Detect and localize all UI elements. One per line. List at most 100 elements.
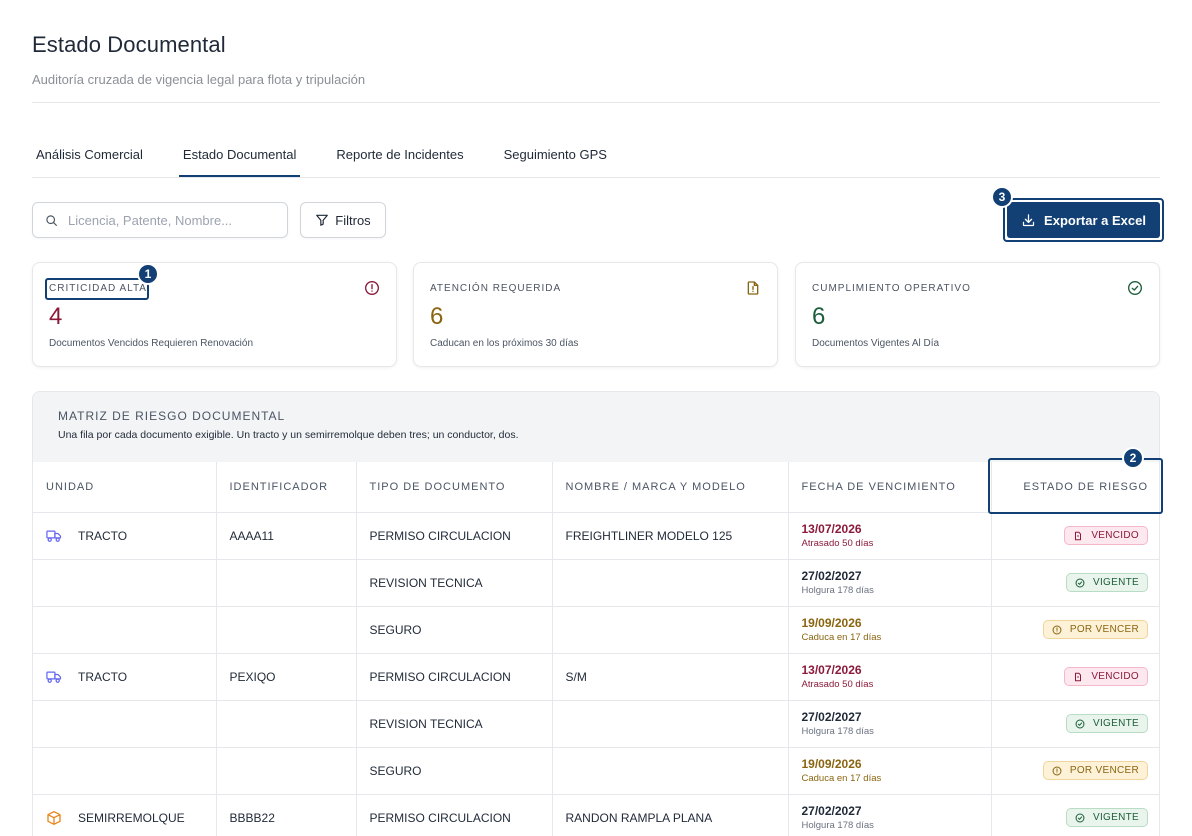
document-alert-icon — [1073, 672, 1087, 682]
status-badge: VENCIDO — [1064, 526, 1148, 545]
table-row[interactable]: REVISION TECNICA 27/02/2027 Holgura 178 dí… — [33, 700, 1159, 748]
status-cell: POR VENCER — [991, 606, 1159, 654]
status-label: VENCIDO — [1091, 530, 1139, 541]
name-cell — [552, 747, 789, 795]
expiry-note: Holgura 178 días — [801, 820, 874, 831]
unit-label: TRACTO — [78, 528, 128, 543]
status-cell: VENCIDO — [991, 653, 1159, 701]
table-row[interactable]: TRACTO PEXIQO PERMISO CIRCULACION S/M 13/07/… — [33, 653, 1159, 701]
column-header[interactable]: IDENTIFICADOR — [216, 462, 357, 513]
filter-button[interactable]: Filtros — [300, 202, 386, 238]
export-excel-button[interactable]: Exportar a Excel — [1007, 202, 1160, 238]
expiry-date: 27/02/2027 — [801, 569, 862, 583]
doc-type-cell: SEGURO — [356, 606, 553, 654]
expiry-cell: 13/07/2026 Atrasado 50 días — [788, 653, 992, 701]
expiry-cell: 13/07/2026 Atrasado 50 días — [788, 512, 992, 560]
card-description: Caducan en los próximos 30 días — [430, 338, 579, 349]
identifier-cell — [216, 606, 357, 654]
document-alert-icon — [745, 280, 761, 301]
page-title: Estado Documental — [32, 32, 226, 57]
tab-reporte-incidentes[interactable]: Reporte de Incidentes — [332, 138, 467, 177]
card-value: 6 — [812, 303, 826, 330]
matrix-description: Una fila por cada documento exigible. Un… — [58, 429, 519, 441]
expiry-date: 19/09/2026 — [801, 757, 862, 771]
expiry-note: Atrasado 50 días — [801, 538, 874, 549]
unit-cell — [33, 700, 217, 748]
card-description: Documentos Vigentes Al Día — [812, 338, 940, 349]
status-cell: VENCIDO — [991, 512, 1159, 560]
status-cell: POR VENCER — [991, 747, 1159, 795]
expiry-note: Holgura 178 días — [801, 726, 874, 737]
card-description: Documentos Vencidos Requieren Renovación — [49, 338, 254, 349]
filter-button-label: Filtros — [335, 212, 371, 228]
truck-icon — [46, 529, 70, 543]
expiry-date: 13/07/2026 — [801, 663, 862, 677]
expiry-cell: 27/02/2027 Holgura 178 días — [788, 559, 992, 607]
card-criticidad-alta: CRITICIDAD ALTA 4 Documentos Vencidos Re… — [32, 262, 397, 367]
identifier-cell — [216, 559, 357, 607]
document-alert-icon — [1073, 531, 1087, 541]
status-badge: POR VENCER — [1042, 761, 1148, 780]
header-divider — [32, 102, 1160, 103]
unit-cell: SEMIRREMOLQUE — [33, 794, 217, 836]
status-label: POR VENCER — [1069, 765, 1139, 776]
tab-bar: Análisis Comercial Estado Documental Rep… — [32, 138, 1160, 178]
status-cell: VIGENTE — [991, 794, 1159, 836]
marker-3: 3 — [991, 186, 1013, 208]
card-atencion-requerida: ATENCIÓN REQUERIDA 6 Caducan en los próx… — [413, 262, 778, 367]
expiry-date: 13/07/2026 — [801, 522, 862, 536]
card-label: CUMPLIMIENTO OPERATIVO — [812, 283, 971, 294]
search-icon — [46, 214, 57, 226]
page-subtitle: Auditoría cruzada de vigencia legal para… — [32, 72, 366, 87]
search-input[interactable] — [68, 212, 268, 228]
column-header[interactable]: NOMBRE / MARCA Y MODELO — [552, 462, 789, 513]
name-cell: FREIGHTLINER MODELO 125 — [552, 512, 789, 560]
check-circle-icon — [1075, 719, 1089, 729]
check-circle-icon — [1075, 813, 1089, 823]
tab-seguimiento-gps[interactable]: Seguimiento GPS — [500, 138, 611, 177]
alert-circle-icon — [1052, 766, 1066, 776]
name-cell — [552, 700, 789, 748]
tab-estado-documental[interactable]: Estado Documental — [178, 138, 301, 177]
marker-2: 2 — [1122, 447, 1144, 469]
tab-analisis-comercial[interactable]: Análisis Comercial — [32, 138, 147, 177]
matrix-title: MATRIZ DE RIESGO DOCUMENTAL — [58, 409, 286, 423]
alert-circle-icon — [364, 280, 380, 301]
expiry-cell: 27/02/2027 Holgura 178 días — [788, 700, 992, 748]
card-cumplimiento-operativo: CUMPLIMIENTO OPERATIVO 6 Documentos Vige… — [795, 262, 1160, 367]
status-badge: VIGENTE — [1066, 808, 1148, 827]
search-box — [32, 202, 288, 238]
page-header: Estado Documental Auditoría cruzada de v… — [32, 32, 1160, 87]
status-label: VIGENTE — [1093, 577, 1139, 588]
expiry-note: Caduca en 17 días — [801, 773, 882, 784]
table-row[interactable]: TRACTO AAAA11 PERMISO CIRCULACION FREIGHTLI… — [33, 512, 1159, 560]
export-highlight: Exportar a Excel — [1003, 198, 1164, 242]
doc-type-cell: PERMISO CIRCULACION — [356, 794, 553, 836]
doc-type-cell: REVISION TECNICA — [356, 559, 553, 607]
download-icon — [1022, 213, 1035, 226]
name-cell — [552, 559, 789, 607]
status-label: VENCIDO — [1091, 671, 1139, 682]
name-cell: S/M — [552, 653, 789, 701]
card-value: 4 — [49, 303, 63, 330]
card-label: CRITICIDAD ALTA — [49, 283, 147, 294]
alert-circle-icon — [1052, 625, 1066, 635]
column-header[interactable]: UNIDAD — [33, 462, 217, 513]
expiry-date: 19/09/2026 — [801, 616, 862, 630]
status-label: VIGENTE — [1093, 718, 1139, 729]
expiry-cell: 19/09/2026 Caduca en 17 días — [788, 747, 992, 795]
status-badge: VIGENTE — [1066, 573, 1148, 592]
identifier-cell: PEXIQO — [216, 653, 357, 701]
table-row[interactable]: SEMIRREMOLQUE BBBB22 PERMISO CIRCULACION RA… — [33, 794, 1159, 836]
status-label: VIGENTE — [1093, 812, 1139, 823]
table-row[interactable]: SEGURO 19/09/2026 Caduca en 17 días POR VEN… — [33, 747, 1159, 795]
table-row[interactable]: REVISION TECNICA 27/02/2027 Holgura 178 dí… — [33, 559, 1159, 607]
export-button-label: Exportar a Excel — [1044, 212, 1146, 228]
column-header[interactable]: FECHA DE VENCIMIENTO — [788, 462, 992, 513]
expiry-note: Atrasado 50 días — [801, 679, 874, 690]
unit-cell — [33, 606, 217, 654]
package-icon — [46, 810, 70, 826]
table-row[interactable]: SEGURO 19/09/2026 Caduca en 17 días POR VEN… — [33, 606, 1159, 654]
expiry-date: 27/02/2027 — [801, 710, 862, 724]
column-header[interactable]: TIPO DE DOCUMENTO — [356, 462, 553, 513]
